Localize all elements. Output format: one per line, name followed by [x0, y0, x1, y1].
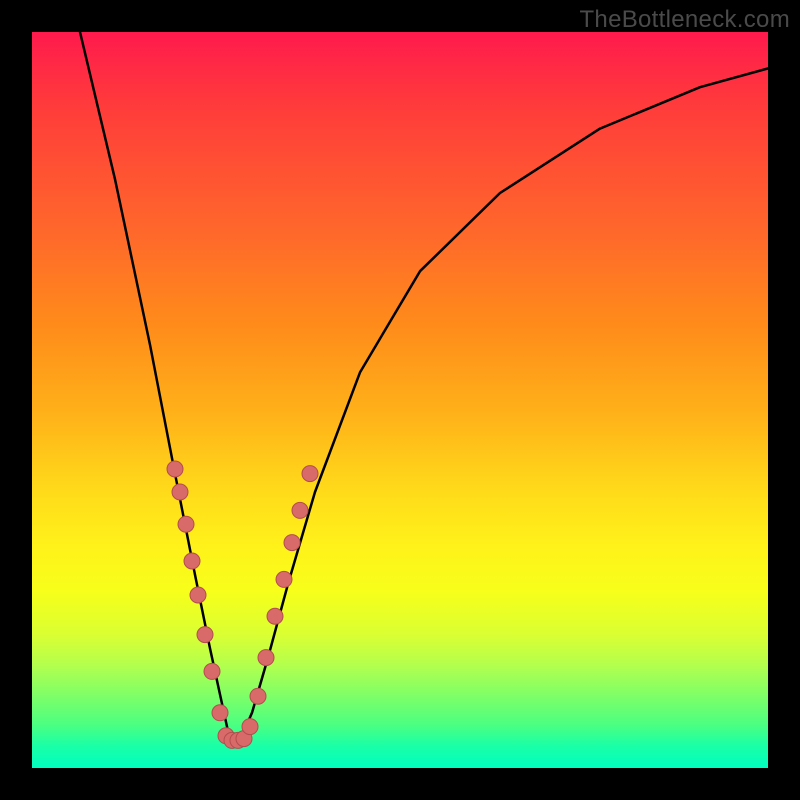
curve-marker [258, 650, 274, 666]
curve-marker [292, 502, 308, 518]
curve-marker [284, 535, 300, 551]
bottleneck-curve [80, 32, 768, 740]
curve-marker [204, 663, 220, 679]
curve-marker [197, 627, 213, 643]
curve-marker [242, 719, 258, 735]
marker-layer [167, 461, 318, 748]
curve-marker [302, 466, 318, 482]
curve-marker [167, 461, 183, 477]
curve-marker [190, 587, 206, 603]
curve-marker [267, 608, 283, 624]
curve-marker [172, 484, 188, 500]
curve-marker [178, 516, 194, 532]
plot-area [32, 32, 768, 768]
curve-marker [276, 571, 292, 587]
curve-marker [250, 688, 266, 704]
curve-marker [212, 705, 228, 721]
watermark-text: TheBottleneck.com [579, 6, 790, 34]
bottleneck-curve-svg [32, 32, 768, 768]
curve-layer [80, 32, 768, 740]
curve-marker [184, 553, 200, 569]
chart-frame: TheBottleneck.com [0, 0, 800, 800]
